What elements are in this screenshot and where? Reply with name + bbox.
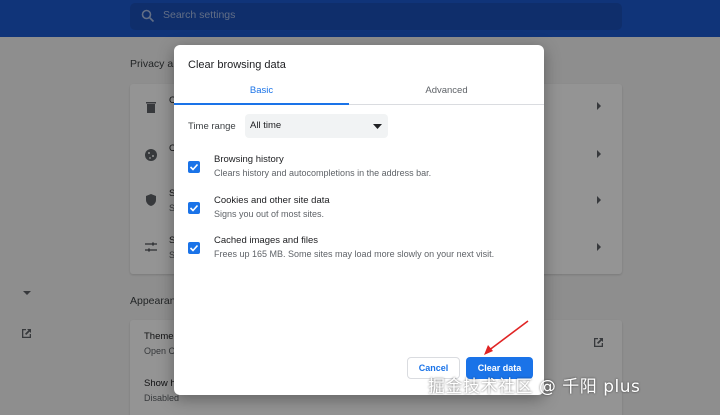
dialog-title: Clear browsing data — [188, 59, 286, 71]
tab-basic[interactable]: Basic — [174, 85, 349, 96]
tab-advanced[interactable]: Advanced — [359, 85, 534, 96]
browsing-history-desc: Clears history and autocompletions in th… — [214, 168, 432, 178]
browsing-history-checkbox[interactable] — [188, 161, 200, 173]
cached-files-label: Cached images and files — [214, 235, 319, 246]
time-range-value: All time — [250, 120, 282, 131]
annotation-arrow-icon — [484, 320, 529, 355]
browsing-history-label: Browsing history — [214, 154, 284, 165]
cached-files-checkbox[interactable] — [188, 242, 200, 254]
check-icon — [189, 204, 199, 212]
cookies-label: Cookies and other site data — [214, 195, 330, 206]
caret-down-icon — [373, 124, 382, 129]
option-cookies: Cookies and other site data Signs you ou… — [174, 195, 544, 231]
option-browsing-history: Browsing history Clears history and auto… — [174, 154, 544, 190]
dialog-tabs: Basic Advanced — [174, 81, 544, 105]
active-tab-indicator — [174, 103, 349, 105]
cookies-checkbox[interactable] — [188, 202, 200, 214]
cookies-desc: Signs you out of most sites. — [214, 209, 325, 219]
cached-files-desc: Frees up 165 MB. Some sites may load mor… — [214, 249, 495, 259]
option-cached-files: Cached images and files Frees up 165 MB.… — [174, 235, 544, 271]
time-range-select[interactable]: All time — [245, 114, 388, 138]
watermark-text: 掘金技术社区 @ 千阳 plus — [428, 377, 641, 397]
time-range-label: Time range — [188, 121, 236, 132]
check-icon — [189, 163, 199, 171]
check-icon — [189, 244, 199, 252]
